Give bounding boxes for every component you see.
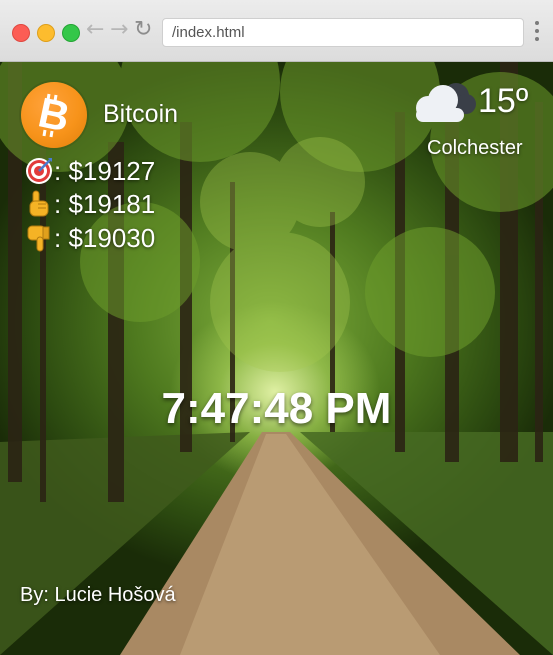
minimize-window-button[interactable] — [37, 24, 55, 42]
crypto-name: Bitcoin — [103, 100, 179, 128]
low-price-value: : $19030 — [54, 223, 156, 253]
back-arrow-icon[interactable]: ← — [86, 19, 104, 41]
bitcoin-icon: B — [21, 82, 87, 148]
close-window-button[interactable] — [12, 24, 30, 42]
reload-icon[interactable]: ↻ — [134, 19, 152, 41]
pointing-up-icon — [24, 189, 54, 219]
current-price-value: : $19127 — [54, 156, 156, 186]
high-price-row: : $19181 — [24, 189, 155, 219]
address-bar[interactable]: /index.html — [162, 18, 524, 47]
forward-arrow-icon[interactable]: → — [110, 19, 128, 41]
maximize-window-button[interactable] — [62, 24, 80, 42]
temperature: 15º — [478, 82, 529, 120]
low-price-row: : $19030 — [24, 223, 155, 253]
browser-menu-icon[interactable] — [534, 21, 540, 43]
author-credit: By: Lucie Hošová — [20, 584, 176, 606]
cloud-icon — [408, 82, 478, 131]
high-price-value: : $19181 — [54, 189, 156, 219]
city-name: Colchester — [427, 137, 523, 159]
svg-text:B: B — [34, 88, 73, 140]
browser-toolbar: ← → ↻ /index.html — [0, 0, 553, 62]
current-price-row: : $19127 — [24, 156, 155, 186]
dashboard-overlay: B Bitcoin : $19127: $19181: $19030 15º… — [0, 62, 553, 655]
target-icon — [24, 156, 54, 186]
clock-time: 7:47:48 PM — [161, 384, 392, 433]
thumbs-down-icon — [24, 223, 54, 253]
